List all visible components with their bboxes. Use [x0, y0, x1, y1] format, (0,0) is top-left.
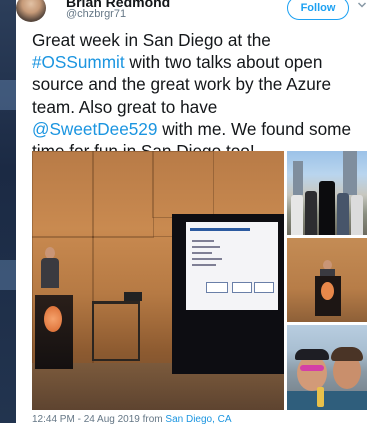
slide-box: [206, 282, 228, 293]
mention-link[interactable]: @SweetDee529: [32, 119, 157, 139]
tweet-timestamp: 12:44 PM - 24 Aug 2019 from San Diego, C…: [32, 414, 232, 425]
speaker-body: [41, 258, 59, 288]
stormtrooper-figure: [291, 195, 303, 235]
tweet-text: Great week in San Diego at the #OSSummit …: [32, 29, 367, 162]
background-strip: [0, 0, 16, 423]
speaker: [41, 247, 59, 295]
shirts: [287, 391, 367, 410]
slide-line: [192, 246, 220, 248]
tweet-text-segment: team. Also great to have: [32, 96, 218, 117]
slide-box: [232, 282, 252, 293]
speaker-podium-photo[interactable]: [287, 238, 367, 322]
slide-box: [254, 282, 274, 293]
hair: [331, 347, 363, 361]
tweet-line: team. Also great to have: [32, 96, 367, 118]
tweet-line: @SweetDee529 with me. We found some: [32, 118, 367, 140]
tweet-line: source and the great work by the Azure: [32, 73, 367, 95]
wall-panel: [152, 151, 214, 218]
tweet-line: #OSSummit with two talks about open: [32, 51, 367, 73]
building: [343, 151, 357, 195]
background-glint: [0, 80, 16, 110]
vader-figure: [319, 181, 335, 235]
user-handle[interactable]: @chzbrgr71: [66, 8, 126, 20]
sunglasses: [300, 365, 324, 371]
slide-line: [192, 252, 212, 254]
tweet-text-segment: Great week in San Diego at the: [32, 30, 271, 50]
tweet-text-segment: source and the great work by the Azure: [32, 74, 332, 95]
tweet-line: Great week in San Diego at the: [32, 29, 367, 51]
slide-title-bar: [190, 228, 250, 231]
slide-line: [192, 240, 214, 242]
cap: [295, 349, 329, 360]
equipment-stand: [92, 301, 140, 361]
stormtrooper-figure: [351, 195, 363, 235]
star-wars-group-photo[interactable]: [287, 151, 367, 235]
hashtag-link[interactable]: #OSSummit: [32, 52, 125, 72]
tweet-media: [32, 151, 367, 410]
laptop: [124, 292, 142, 301]
chevron-down-icon[interactable]: [357, 0, 367, 10]
drink: [317, 387, 324, 407]
selfie-photo[interactable]: [287, 325, 367, 410]
person-figure: [337, 193, 349, 235]
person-figure: [305, 191, 317, 235]
location-link[interactable]: San Diego, CA: [165, 414, 231, 425]
conference-stage-photo[interactable]: [32, 151, 284, 410]
tweet-text-segment: with two talks about open: [124, 52, 323, 73]
face: [297, 355, 327, 391]
slide-line: [192, 264, 216, 266]
slide-line: [192, 258, 222, 260]
wall-panel: [32, 151, 94, 238]
tweet-text-segment: with me. We found some: [157, 118, 352, 139]
podium-sign: [44, 306, 62, 332]
podium-sign: [321, 282, 334, 300]
background-glint: [0, 260, 16, 290]
presentation-slide: [186, 222, 278, 310]
timestamp-text: 12:44 PM - 24 Aug 2019 from: [32, 414, 166, 425]
wall-panel: [92, 151, 154, 238]
follow-button[interactable]: Follow: [287, 0, 349, 20]
building: [293, 161, 303, 195]
